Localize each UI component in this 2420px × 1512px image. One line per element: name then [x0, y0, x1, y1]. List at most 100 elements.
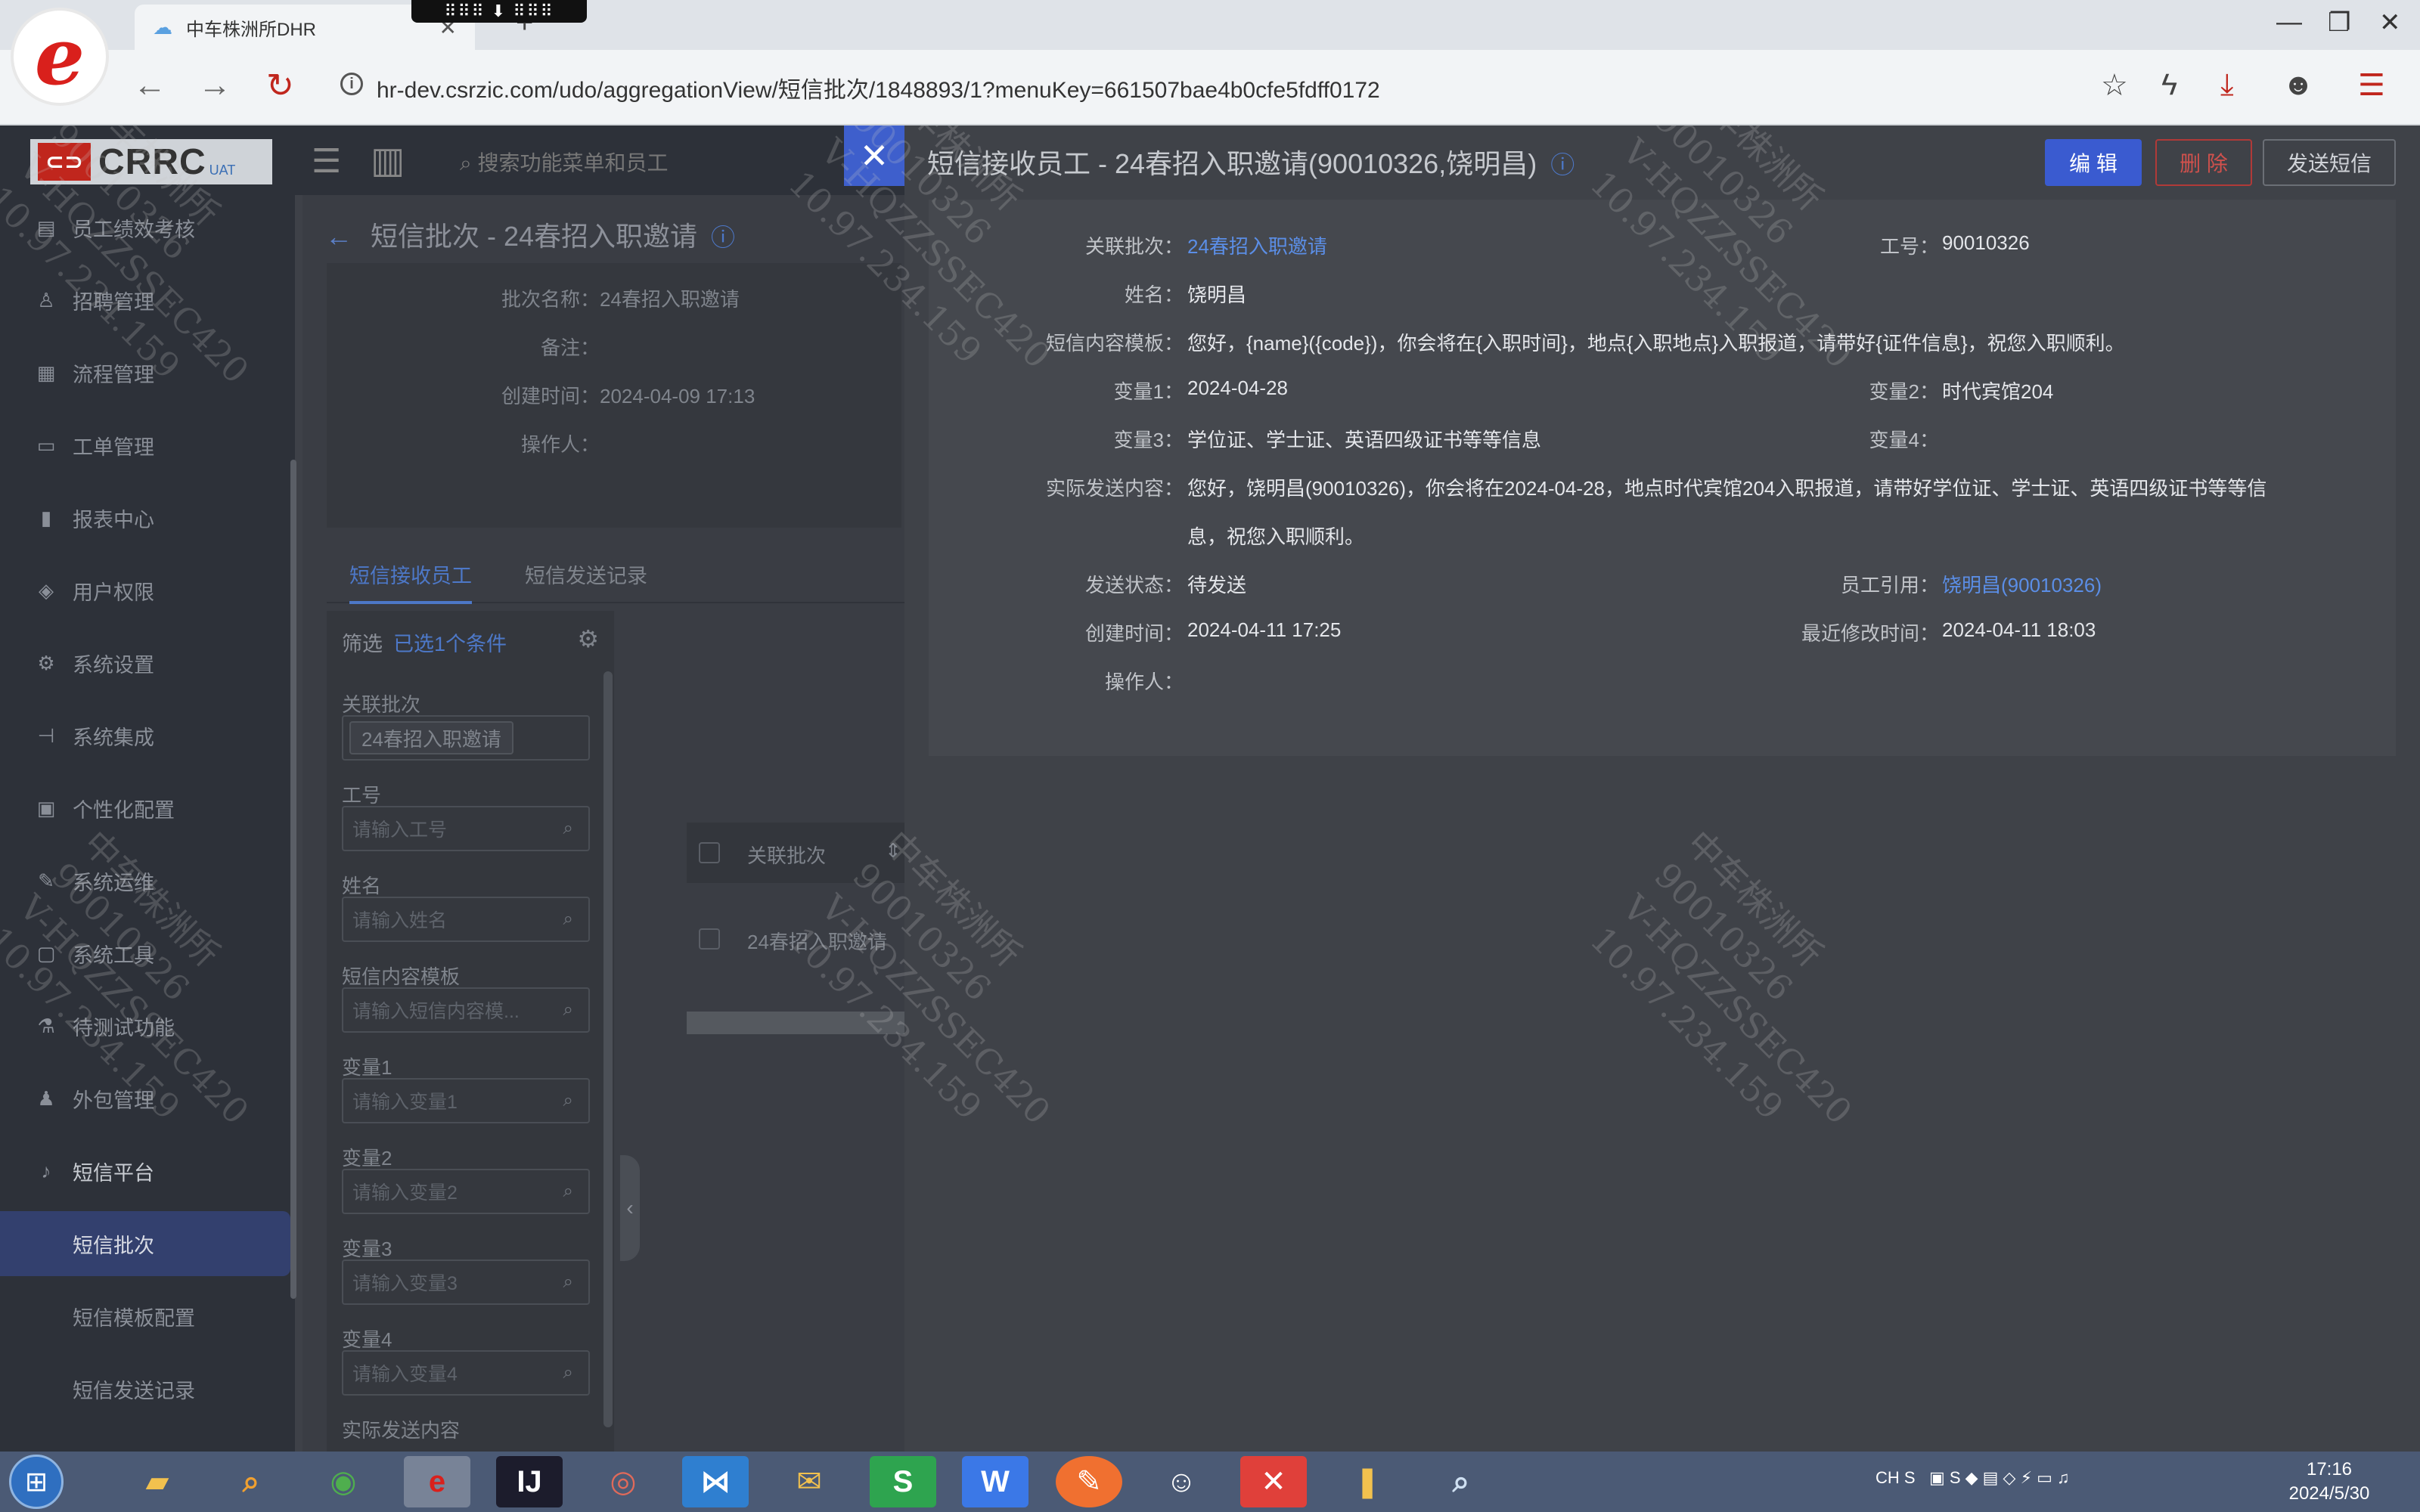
filter-empno-input[interactable]: 请输入工号 ⌕ [342, 806, 590, 851]
filter-label-name: 姓名 [342, 875, 382, 897]
sidebar-item-5[interactable]: ◈ 用户权限 [0, 558, 290, 623]
sidebar-item-2[interactable]: ▦ 流程管理 [0, 340, 290, 405]
sidebar-item-3[interactable]: ▭ 工单管理 [0, 413, 290, 478]
download-icon[interactable]: ⤓ [2220, 68, 2234, 102]
filter-var2-input[interactable]: 请输入变量2 ⌕ [342, 1169, 590, 1214]
refresh-icon[interactable]: ↻ [266, 67, 294, 105]
sidebar-sub-sms-template[interactable]: 短信模板配置 [0, 1284, 290, 1349]
filter-label-content: 实际发送内容 [342, 1419, 461, 1442]
sidebar-item-11[interactable]: ⚗ 待测试功能 [0, 993, 290, 1058]
remote-drag-bar[interactable]: ⠿⠿⠿ ⬇ ⠿⠿⠿ [411, 0, 587, 23]
outlook-icon[interactable]: ✉ [776, 1456, 842, 1507]
row-checkbox[interactable] [699, 928, 720, 950]
sidebar-item-10[interactable]: ▢ 系统工具 [0, 921, 290, 986]
doc-icon: ▤ [36, 215, 56, 239]
filter-label-var4: 变量4 [342, 1328, 392, 1351]
ie-taskbar-icon[interactable]: e [404, 1456, 470, 1507]
shield-icon: ◈ [39, 578, 54, 602]
tab-recipients[interactable]: 短信接收员工 [349, 559, 472, 604]
send-sms-button[interactable]: 发送短信 [2263, 139, 2396, 186]
star-icon[interactable]: ☆ [2101, 68, 2128, 103]
help-icon[interactable]: ⓘ [1550, 151, 1575, 178]
tab-send-records[interactable]: 短信发送记录 [525, 559, 647, 589]
selected-conditions-link[interactable]: 已选1个条件 [393, 633, 507, 655]
restore-icon[interactable]: ❐ [2328, 8, 2350, 38]
column-header-batch[interactable]: 关联批次 [747, 841, 826, 869]
start-button[interactable]: ⊞ [9, 1455, 64, 1509]
url-field[interactable]: hr-dev.csrzic.com/udo/aggregationView/短信… [377, 71, 1380, 104]
intellij-icon[interactable]: IJ [496, 1456, 563, 1507]
menu-toggle-icon[interactable]: ☰ [312, 142, 341, 181]
remark-row: 备注： [540, 336, 600, 359]
table-hscrollbar[interactable] [687, 1012, 908, 1034]
system-tray[interactable]: CH S ▣ S ◆ ▤ ◇ ⚡ ▭ ♫ [1876, 1468, 2070, 1488]
value-employee-ref-link[interactable]: 饶明昌(90010326) [1942, 570, 2102, 598]
tool-icon: ✎ [38, 869, 54, 892]
filter-batch-tag[interactable]: 24春招入职邀请 [349, 721, 513, 754]
filter-template-input[interactable]: 请输入短信内容模... ⌕ [342, 987, 590, 1033]
clock[interactable]: 17:16 2024/5/30 [2254, 1458, 2405, 1506]
filter-var1-input[interactable]: 请输入变量1 ⌕ [342, 1078, 590, 1123]
label-var1: 变量1： [1113, 380, 1184, 403]
extension-icon[interactable]: ☻ [2282, 68, 2314, 102]
delete-button[interactable]: 删 除 [2155, 139, 2252, 186]
sidebar-item-7[interactable]: ⊣ 系统集成 [0, 703, 290, 768]
value-content-line1: 您好，饶明昌(90010326)，你会将在2024-04-28，地点时代宾馆20… [1187, 477, 2267, 500]
search-tool-icon[interactable]: ⌕ [218, 1456, 284, 1507]
forward-icon[interactable]: → [198, 67, 231, 104]
select-all-checkbox[interactable] [699, 842, 720, 863]
pen-app-icon[interactable]: ✎ [1056, 1456, 1122, 1507]
sidebar-sub-sms-batch[interactable]: 短信批次 [0, 1211, 290, 1276]
panda-app-icon[interactable]: ☺ [1148, 1456, 1215, 1507]
writer-icon[interactable]: W [962, 1456, 1028, 1507]
sidebar-sub-sms-records[interactable]: 短信发送记录 [0, 1356, 290, 1421]
sidebar-item-sms-platform[interactable]: ♪ 短信平台 [0, 1139, 290, 1204]
filter-panel: 筛选 已选1个条件 ⚙ 关联批次 24春招入职邀请 工号 请输入工号 ⌕ 姓名 请输… [327, 611, 614, 1452]
search-icon: ⌕ [563, 909, 573, 929]
sidebar-item-0[interactable]: ▤ 员工绩效考核 [0, 195, 290, 260]
explorer-icon[interactable]: ▰ [124, 1456, 191, 1507]
filter-settings-icon[interactable]: ⚙ [577, 624, 599, 653]
help-icon[interactable]: ⓘ [711, 224, 735, 251]
building-icon[interactable]: ▥ [371, 139, 405, 181]
bookmark-app-icon[interactable]: ❚ [1334, 1456, 1401, 1507]
sort-icon[interactable]: ⇕ [885, 839, 901, 863]
edit-button[interactable]: 编 辑 [2045, 139, 2142, 186]
tray-icons: ▣ S ◆ ▤ ◇ ⚡ ▭ ♫ [1928, 1468, 2070, 1487]
sidebar-scrollbar[interactable] [290, 460, 296, 1299]
snail-app-icon[interactable]: ◎ [590, 1456, 656, 1507]
chrome-icon[interactable]: ◉ [310, 1456, 377, 1507]
close-window-icon[interactable]: ✕ [2379, 8, 2401, 38]
global-search[interactable]: ⌕ 搜索功能菜单和员工 [460, 147, 668, 177]
magnifier-app-icon[interactable]: ⌕ [1428, 1456, 1494, 1507]
collapse-filter-icon[interactable]: ‹ [620, 1155, 640, 1261]
close-drawer-icon[interactable]: ✕ [844, 125, 904, 186]
filter-var4-input[interactable]: 请输入变量4 ⌕ [342, 1350, 590, 1396]
table-row[interactable]: 24春招入职邀请 [747, 927, 887, 955]
sidebar-item-4[interactable]: ▮ 报表中心 [0, 485, 290, 550]
filter-var3-input[interactable]: 请输入变量3 ⌕ [342, 1259, 590, 1305]
address-bar: ← → ↻ i hr-dev.csrzic.com/udo/aggregatio… [0, 50, 2420, 125]
search-icon: ⌕ [563, 1181, 573, 1201]
sidebar-item-6[interactable]: ⚙ 系统设置 [0, 631, 290, 696]
cloud-icon: ☁ [153, 15, 172, 39]
xmind-icon[interactable]: ✕ [1240, 1456, 1307, 1507]
info-icon[interactable]: i [340, 73, 363, 95]
menu-icon[interactable]: ☰ [2358, 68, 2385, 103]
sidebar-item-8[interactable]: ▣ 个性化配置 [0, 776, 290, 841]
back-icon[interactable]: ← [133, 67, 166, 104]
search-icon: ⌕ [563, 818, 573, 838]
back-arrow-icon[interactable]: ← [325, 221, 352, 252]
vscode-icon[interactable]: ⋈ [682, 1456, 749, 1507]
language-indicator[interactable]: CH [1876, 1468, 1900, 1487]
lightning-icon[interactable]: ϟ [2161, 68, 2177, 102]
minimize-icon[interactable]: — [2276, 8, 2302, 37]
spreadsheet-icon[interactable]: S [870, 1456, 936, 1507]
filter-name-input[interactable]: 请输入姓名 ⌕ [342, 897, 590, 942]
sidebar-item-1[interactable]: ♙ 招聘管理 [0, 268, 290, 333]
value-batch-link[interactable]: 24春招入职邀请 [1187, 231, 1327, 259]
sidebar-item-9[interactable]: ✎ 系统运维 [0, 848, 290, 913]
sidebar-item-12[interactable]: ♟ 外包管理 [0, 1066, 290, 1131]
filter-scrollbar[interactable] [603, 671, 613, 1427]
value-content-line2: 息，祝您入职顺利。 [1187, 525, 1365, 548]
